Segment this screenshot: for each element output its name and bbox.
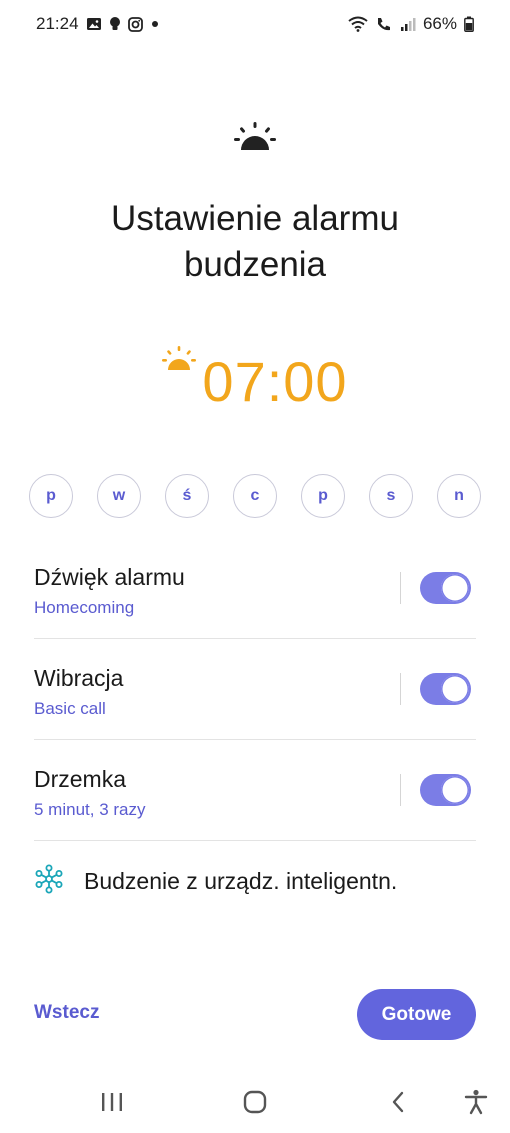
day-chip-sunday[interactable]: n (437, 474, 481, 518)
battery-icon (464, 16, 474, 32)
day-chip-saturday[interactable]: s (369, 474, 413, 518)
status-time: 21:24 (36, 14, 79, 33)
page-title: Ustawienie alarmu budzenia (111, 199, 399, 284)
instagram-icon (127, 16, 143, 32)
toggle-knob (441, 776, 469, 804)
day-chip-tuesday[interactable]: w (97, 474, 141, 518)
setting-subtitle: Basic call (34, 699, 106, 718)
toggle-knob (441, 675, 469, 703)
day-chip-thursday[interactable]: c (233, 474, 277, 518)
signal-icon (400, 16, 416, 32)
divider (400, 774, 401, 806)
setting-title: Wibracja (34, 665, 124, 691)
snooze-toggle[interactable] (420, 774, 471, 806)
weekday-selector: p w ś c p s n (29, 474, 481, 518)
status-right: 66% (348, 14, 474, 34)
alarm-sound-toggle[interactable] (420, 572, 471, 604)
day-chip-wednesday[interactable]: ś (165, 474, 209, 518)
sun-icon (162, 346, 197, 377)
recent-apps-icon[interactable] (92, 1086, 132, 1118)
alarm-settings-list: Dźwięk alarmu Homecoming Wibracja Basic … (34, 538, 476, 841)
setting-subtitle: Homecoming (34, 598, 135, 617)
back-button[interactable]: Wstecz (34, 1002, 99, 1024)
call-icon (375, 16, 393, 32)
status-bar: 21:24 66% (0, 0, 510, 48)
done-button[interactable]: Gotowe (357, 989, 476, 1040)
divider (400, 572, 401, 604)
wifi-icon (348, 16, 368, 32)
alarm-setup-screen: 21:24 66% Ustawienie alarmu budzenia 07:… (0, 0, 510, 1133)
gallery-icon (86, 17, 102, 31)
alarm-time[interactable]: 07:00 (202, 344, 347, 420)
home-icon[interactable] (235, 1086, 275, 1118)
smartthings-icon (34, 864, 64, 899)
dot-icon (150, 19, 160, 29)
setting-subtitle: 5 minut, 3 razy (34, 800, 146, 819)
back-icon[interactable] (378, 1086, 418, 1118)
setting-row-vibration[interactable]: Wibracja Basic call (34, 639, 476, 740)
accessibility-icon[interactable] (456, 1086, 496, 1118)
divider (400, 673, 401, 705)
bulb-icon (109, 16, 121, 32)
setting-row-snooze[interactable]: Drzemka 5 minut, 3 razy (34, 740, 476, 841)
toggle-knob (441, 574, 469, 602)
status-left: 21:24 (36, 14, 160, 34)
alarm-time-display[interactable]: 07:00 (0, 344, 510, 420)
smart-device-wake-row[interactable]: Budzenie z urządz. inteligentn. (34, 864, 476, 898)
day-chip-friday[interactable]: p (301, 474, 345, 518)
setting-row-alarm-sound[interactable]: Dźwięk alarmu Homecoming (34, 538, 476, 639)
day-chip-monday[interactable]: p (29, 474, 73, 518)
setting-title: Dźwięk alarmu (34, 564, 185, 590)
navigation-bar (0, 1076, 510, 1133)
vibration-toggle[interactable] (420, 673, 471, 705)
smart-wake-label: Budzenie z urządz. inteligentn. (84, 867, 398, 894)
sunrise-icon (0, 122, 510, 152)
battery-percent: 66% (422, 14, 457, 33)
setting-title: Drzemka (34, 766, 127, 792)
